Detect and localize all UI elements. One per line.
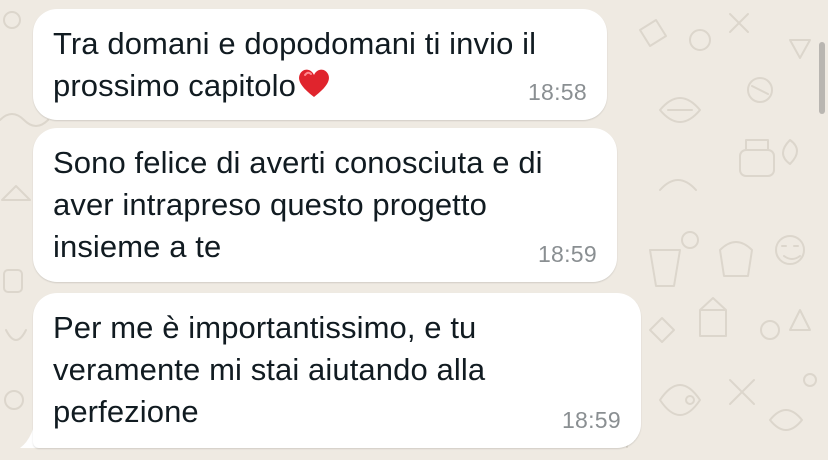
message-text: Per me è importantissimo, e tu veramente… (53, 310, 486, 429)
red-heart-icon (297, 66, 331, 111)
message-text: Tra domani e dopodomani ti invio il pros… (53, 23, 536, 111)
message-bubble[interactable]: Per me è importantissimo, e tu veramente… (33, 293, 641, 448)
message-timestamp: 18:59 (537, 241, 597, 267)
message-timestamp: 18:59 (561, 407, 621, 433)
message-timestamp: 18:58 (527, 79, 587, 105)
message-text: Sono felice di averti conosciuta e di av… (53, 145, 543, 264)
scrollbar-thumb[interactable] (819, 42, 825, 114)
message-bubble[interactable]: Tra domani e dopodomani ti invio il pros… (33, 9, 607, 120)
message-bubble[interactable]: Sono felice di averti conosciuta e di av… (33, 128, 617, 282)
